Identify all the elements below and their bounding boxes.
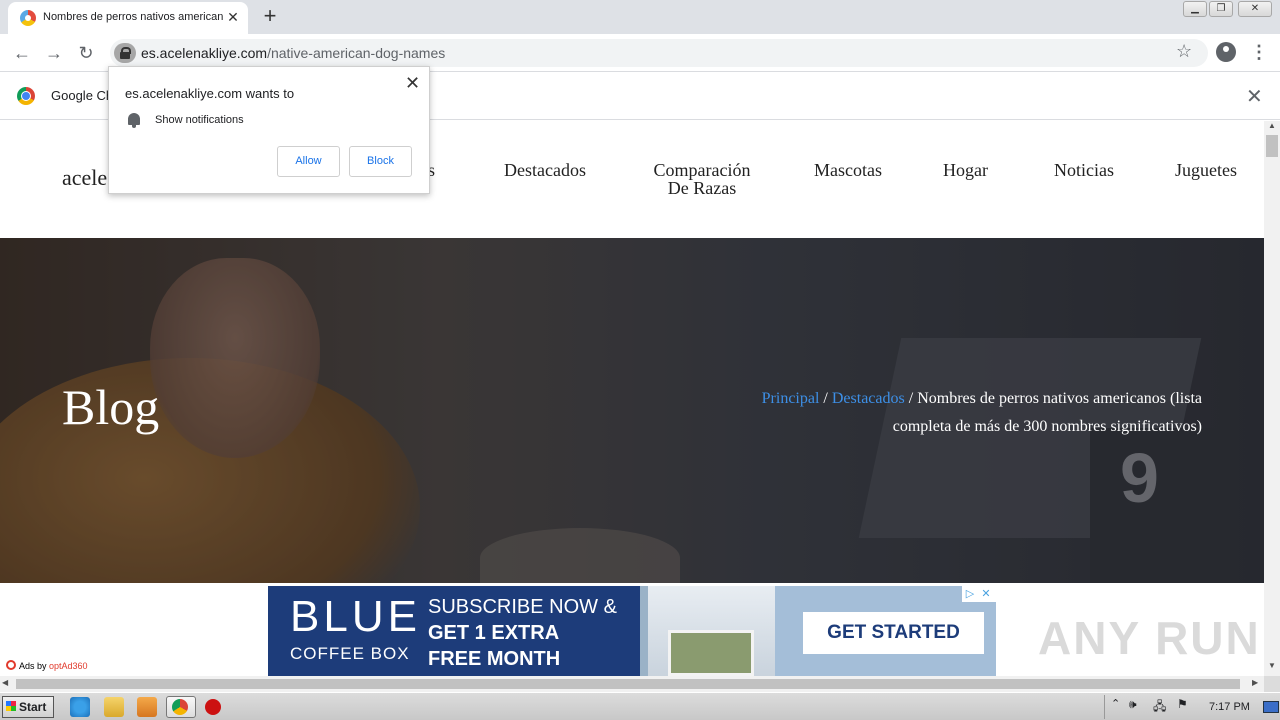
allow-button[interactable]: Allow bbox=[277, 146, 340, 177]
network-icon[interactable]: 🖧 bbox=[1153, 697, 1166, 718]
ads-by-text: Ads by bbox=[19, 661, 50, 671]
ad-brand-name: BLUE bbox=[290, 592, 421, 641]
nav-item-mascotas[interactable]: Mascotas bbox=[814, 161, 882, 179]
horizontal-scroll-thumb[interactable] bbox=[16, 679, 1240, 689]
optad-logo-icon bbox=[6, 660, 16, 670]
ad-promo-text: SUBSCRIBE NOW & GET 1 EXTRA FREE MONTH bbox=[428, 594, 628, 672]
file-explorer-icon[interactable] bbox=[104, 697, 124, 717]
tab-close-icon[interactable]: ✕ bbox=[224, 8, 242, 26]
ad-banner[interactable]: BLUE COFFEE BOX SUBSCRIBE NOW & GET 1 EX… bbox=[268, 586, 996, 676]
url-text[interactable]: es.acelenakliye.com/native-american-dog-… bbox=[141, 45, 445, 61]
nav-item-juguetes[interactable]: Juguetes bbox=[1175, 161, 1237, 179]
hero-banner: 9 Blog Principal / Destacados / Nombres … bbox=[0, 238, 1264, 583]
nav-item-hogar[interactable]: Hogar bbox=[943, 161, 988, 179]
tab-strip: Nombres de perros nativos americanos (li… bbox=[0, 0, 1280, 34]
browser-menu-icon[interactable]: ⋮ bbox=[1250, 40, 1268, 64]
block-button[interactable]: Block bbox=[349, 146, 412, 177]
bell-icon bbox=[128, 113, 140, 128]
restore-window-button[interactable]: ❐ bbox=[1209, 1, 1233, 17]
ad-promo-line-3: FREE MONTH bbox=[428, 648, 561, 670]
ad-promo-line-1: SUBSCRIBE NOW & bbox=[428, 596, 617, 618]
chrome-logo-icon bbox=[17, 87, 35, 105]
site-favicon-icon bbox=[20, 10, 36, 26]
chrome-icon bbox=[172, 699, 188, 715]
breadcrumb-category-link[interactable]: Destacados bbox=[832, 390, 905, 407]
browser-tab[interactable]: Nombres de perros nativos americanos (li… bbox=[8, 2, 248, 34]
nav-item-noticias[interactable]: Noticias bbox=[1054, 161, 1114, 179]
page-title: Blog bbox=[62, 379, 160, 435]
reload-icon[interactable]: ↻ bbox=[73, 40, 99, 66]
url-host: es.acelenakliye.com bbox=[141, 45, 268, 61]
breadcrumb-separator: / bbox=[904, 390, 918, 407]
vertical-scroll-thumb[interactable] bbox=[1266, 135, 1278, 157]
ad-product-image bbox=[640, 586, 775, 676]
scroll-left-icon[interactable]: ◀ bbox=[2, 678, 8, 687]
ad-promo-line-2: GET 1 EXTRA bbox=[428, 622, 560, 644]
close-window-button[interactable]: ✕ bbox=[1238, 1, 1272, 17]
web-page: acele as Destacados Comparación De Razas… bbox=[0, 121, 1264, 676]
scroll-down-icon[interactable]: ▼ bbox=[1264, 661, 1280, 673]
minimize-window-button[interactable]: ▁ bbox=[1183, 1, 1207, 17]
breadcrumb: Principal / Destacados / Nombres de perr… bbox=[700, 385, 1202, 441]
volume-icon[interactable]: 🕪 bbox=[1129, 697, 1137, 712]
windows-taskbar: Start ⌃ 🕪 🖧 ⚑ 7:17 PM bbox=[0, 692, 1280, 720]
new-tab-button[interactable]: + bbox=[258, 5, 282, 29]
breadcrumb-separator: / bbox=[819, 390, 832, 407]
ads-by-brand[interactable]: optAd360 bbox=[49, 661, 88, 671]
profile-avatar-icon[interactable] bbox=[1216, 42, 1236, 62]
system-tray: ⌃ 🕪 🖧 ⚑ bbox=[1104, 695, 1280, 719]
ads-by-label[interactable]: Ads by optAd360 bbox=[6, 660, 88, 671]
lock-icon[interactable] bbox=[114, 43, 136, 63]
opera-icon[interactable] bbox=[205, 699, 221, 715]
tab-title: Nombres de perros nativos americanos (li… bbox=[43, 11, 223, 23]
forward-arrow-icon[interactable]: → bbox=[41, 40, 67, 66]
nav-item-comparacion-de-razas[interactable]: Comparación De Razas bbox=[647, 161, 757, 197]
notification-close-icon[interactable]: ✕ bbox=[405, 73, 420, 94]
anyrun-watermark: ANY RUN bbox=[1038, 612, 1261, 664]
internet-explorer-icon[interactable] bbox=[70, 697, 90, 717]
tray-expand-icon[interactable]: ⌃ bbox=[1111, 697, 1120, 710]
infobar-text: Google Ch bbox=[51, 88, 114, 103]
nav-item-destacados[interactable]: Destacados bbox=[504, 161, 586, 179]
ad-brand-subtitle: COFFEE BOX bbox=[290, 644, 410, 663]
address-bar[interactable]: es.acelenakliye.com/native-american-dog-… bbox=[110, 39, 1208, 67]
scrollbar-corner bbox=[1264, 676, 1280, 692]
ad-close-icon[interactable]: ✕ bbox=[978, 586, 994, 602]
notification-permission-popup: es.acelenakliye.com wants to ✕ Show noti… bbox=[108, 66, 430, 194]
breadcrumb-current: Nombres de perros nativos americanos (li… bbox=[892, 390, 1202, 435]
infobar-close-icon[interactable]: ✕ bbox=[1246, 84, 1263, 109]
url-path: /native-american-dog-names bbox=[267, 45, 446, 61]
adchoices[interactable]: ▷ ✕ bbox=[962, 586, 996, 602]
ad-get-started-button[interactable]: GET STARTED bbox=[803, 612, 984, 654]
taskbar-clock[interactable]: 7:17 PM bbox=[1209, 701, 1250, 713]
notification-permission-text: Show notifications bbox=[155, 114, 244, 126]
breadcrumb-home-link[interactable]: Principal bbox=[762, 390, 820, 407]
start-button[interactable]: Start bbox=[2, 696, 54, 718]
site-logo[interactable]: acele bbox=[62, 165, 107, 191]
media-player-icon[interactable] bbox=[137, 697, 157, 717]
scroll-right-icon[interactable]: ▶ bbox=[1252, 678, 1258, 687]
back-arrow-icon[interactable]: ← bbox=[9, 40, 35, 66]
adchoices-icon[interactable]: ▷ bbox=[962, 586, 978, 602]
bookmark-star-icon[interactable]: ☆ bbox=[1176, 41, 1192, 62]
notification-popup-title: es.acelenakliye.com wants to bbox=[125, 86, 295, 101]
show-desktop-icon[interactable] bbox=[1263, 701, 1279, 713]
horizontal-scrollbar[interactable]: ◀ ▶ bbox=[0, 676, 1264, 692]
vertical-scrollbar[interactable]: ▲ ▼ bbox=[1264, 121, 1280, 676]
scroll-up-icon[interactable]: ▲ bbox=[1264, 121, 1280, 133]
action-center-flag-icon[interactable]: ⚑ bbox=[1177, 697, 1188, 711]
